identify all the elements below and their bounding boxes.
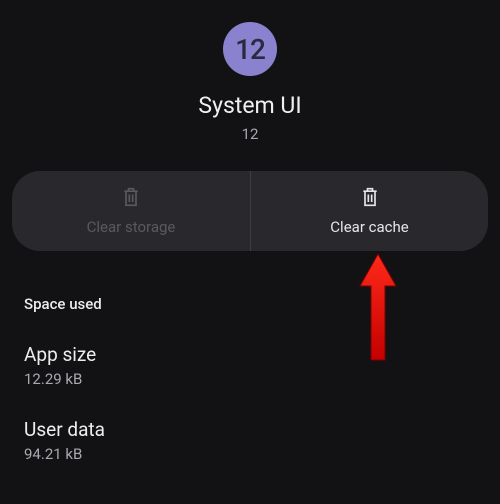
- storage-action-row: Clear storage Clear cache: [12, 171, 488, 251]
- section-title: Space used: [24, 295, 476, 313]
- app-icon: 12: [223, 22, 277, 76]
- app-header: 12 System UI 12: [0, 0, 500, 143]
- space-used-section: Space used App size 12.29 kB User data 9…: [0, 295, 500, 463]
- clear-cache-button[interactable]: Clear cache: [250, 171, 488, 251]
- app-size-label: App size: [24, 343, 476, 366]
- clear-storage-button: Clear storage: [12, 171, 250, 251]
- app-size-value: 12.29 kB: [24, 370, 476, 388]
- app-icon-label: 12: [235, 33, 265, 66]
- user-data-row[interactable]: User data 94.21 kB: [24, 418, 476, 463]
- clear-storage-label: Clear storage: [87, 218, 176, 236]
- app-title: System UI: [198, 92, 301, 119]
- app-size-row[interactable]: App size 12.29 kB: [24, 343, 476, 388]
- app-version: 12: [242, 125, 259, 143]
- trash-icon: [360, 186, 380, 212]
- trash-icon: [121, 186, 141, 212]
- user-data-label: User data: [24, 418, 476, 441]
- clear-cache-label: Clear cache: [330, 218, 408, 236]
- app-storage-screen: 12 System UI 12 Clear storage Clear cach…: [0, 0, 500, 504]
- user-data-value: 94.21 kB: [24, 445, 476, 463]
